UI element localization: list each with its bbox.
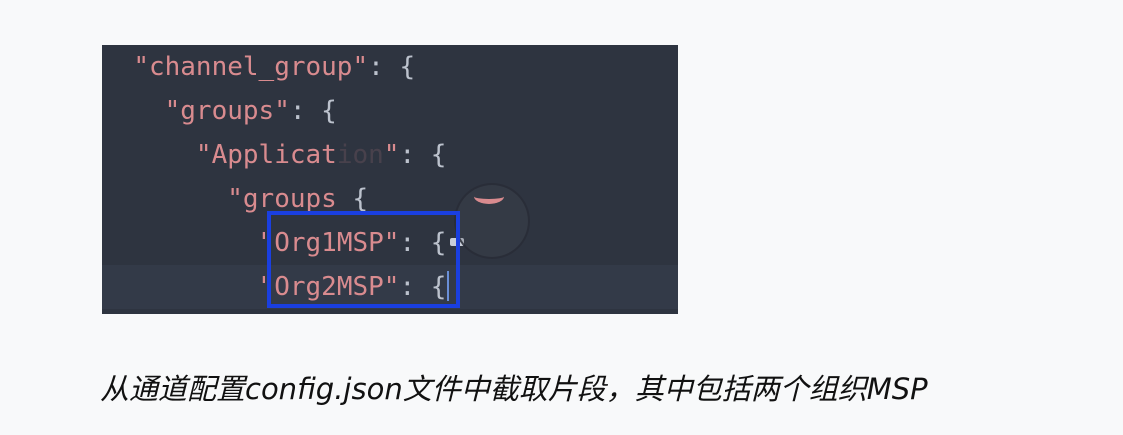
json-key: "groups	[227, 184, 337, 214]
code-line-application: "Application": {	[195, 140, 447, 170]
msp-highlight-box	[267, 211, 460, 308]
json-key: "Applicat	[195, 140, 337, 170]
figure-caption: 从通道配置config.json文件中截取片段，其中包括两个组织MSP	[100, 372, 928, 406]
code-line-groups: "groups": {	[164, 96, 337, 126]
code-line-channel-group: "channel_group": {	[133, 52, 416, 82]
json-key: "channel_group"	[133, 52, 369, 82]
json-key: "groups"	[164, 96, 290, 126]
mouse-cursor-icon	[474, 189, 504, 204]
